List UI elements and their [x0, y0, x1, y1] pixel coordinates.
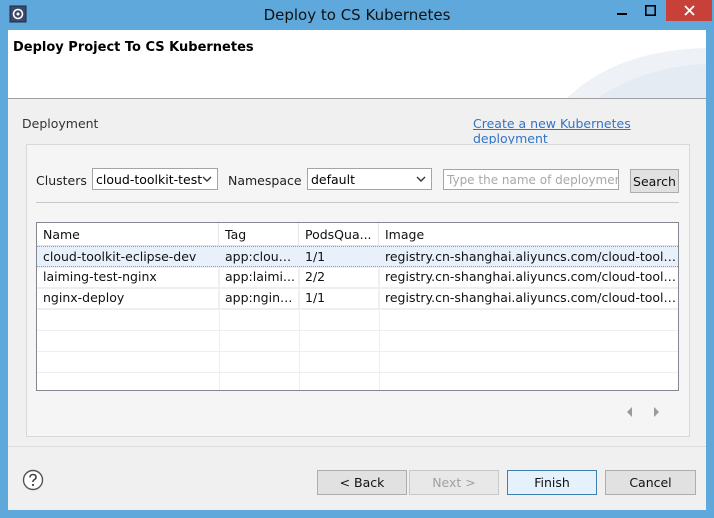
table-row[interactable]: cloud-toolkit-eclipse-dev app:cloud... 1… [37, 246, 678, 267]
clusters-select[interactable]: cloud-toolkit-test [92, 168, 218, 190]
namespace-label: Namespace [228, 173, 302, 188]
dialog-window: Deploy Project To CS Kubernetes Deployme… [8, 30, 706, 510]
search-button[interactable]: Search [630, 169, 679, 193]
chevron-down-icon [202, 176, 212, 182]
table-row[interactable]: laiming-test-nginx app:laimi... 2/2 regi… [37, 267, 678, 288]
cancel-button[interactable]: Cancel [605, 470, 696, 495]
cell-name: laiming-test-nginx [37, 267, 219, 287]
column-header-image[interactable]: Image [379, 223, 678, 246]
minimize-icon [616, 12, 627, 15]
cell-image: registry.cn-shanghai.aliyuncs.com/cloud-… [379, 288, 678, 308]
deployment-label: Deployment [22, 116, 99, 131]
namespace-select-value: default [311, 171, 355, 187]
close-button[interactable] [666, 0, 712, 21]
cell-tag: app:nginx... [219, 288, 299, 308]
title-bar[interactable]: Deploy to CS Kubernetes [0, 0, 714, 30]
chevron-down-icon [416, 176, 426, 182]
maximize-button[interactable] [637, 0, 664, 21]
cell-pods: 1/1 [299, 247, 379, 267]
column-header-name[interactable]: Name [37, 223, 219, 246]
cell-image: registry.cn-shanghai.aliyuncs.com/cloud-… [379, 267, 678, 287]
finish-button[interactable]: Finish [507, 470, 597, 495]
wizard-title: Deploy Project To CS Kubernetes [13, 40, 254, 55]
cell-name: cloud-toolkit-eclipse-dev [37, 247, 219, 267]
cell-name: nginx-deploy [37, 288, 219, 308]
clusters-select-value: cloud-toolkit-test [96, 171, 203, 187]
header-decoration-icon [567, 48, 706, 98]
deployments-table[interactable]: Name Tag PodsQua... Image cloud-toolkit-… [36, 222, 679, 391]
table-row[interactable]: nginx-deploy app:nginx... 1/1 registry.c… [37, 288, 678, 309]
create-deployment-link[interactable]: Create a new Kubernetes deployment [473, 116, 706, 146]
separator [36, 202, 679, 203]
cell-tag: app:laimi... [219, 267, 299, 287]
deployment-search-input[interactable] [443, 169, 619, 190]
next-button[interactable]: Next > [409, 470, 499, 495]
close-icon [683, 5, 695, 16]
window-title: Deploy to CS Kubernetes [263, 6, 451, 24]
minimize-button[interactable] [608, 0, 635, 21]
namespace-select[interactable]: default [307, 168, 432, 190]
deployment-group: Clusters cloud-toolkit-test Namespace de… [26, 144, 690, 437]
cell-tag: app:cloud... [219, 247, 299, 267]
maximize-icon [645, 5, 656, 16]
table-header: Name Tag PodsQua... Image [37, 223, 678, 246]
cell-pods: 1/1 [299, 288, 379, 308]
next-page-icon[interactable] [649, 405, 663, 419]
cell-pods: 2/2 [299, 267, 379, 287]
cell-image: registry.cn-shanghai.aliyuncs.com/cloud-… [379, 247, 678, 267]
previous-page-icon[interactable] [623, 405, 637, 419]
column-header-pods[interactable]: PodsQua... [299, 223, 379, 246]
footer-separator [8, 446, 706, 447]
clusters-label: Clusters [36, 173, 87, 188]
help-icon[interactable] [22, 469, 44, 491]
back-button[interactable]: < Back [317, 470, 407, 495]
wizard-header: Deploy Project To CS Kubernetes [8, 30, 706, 99]
column-header-tag[interactable]: Tag [219, 223, 299, 246]
